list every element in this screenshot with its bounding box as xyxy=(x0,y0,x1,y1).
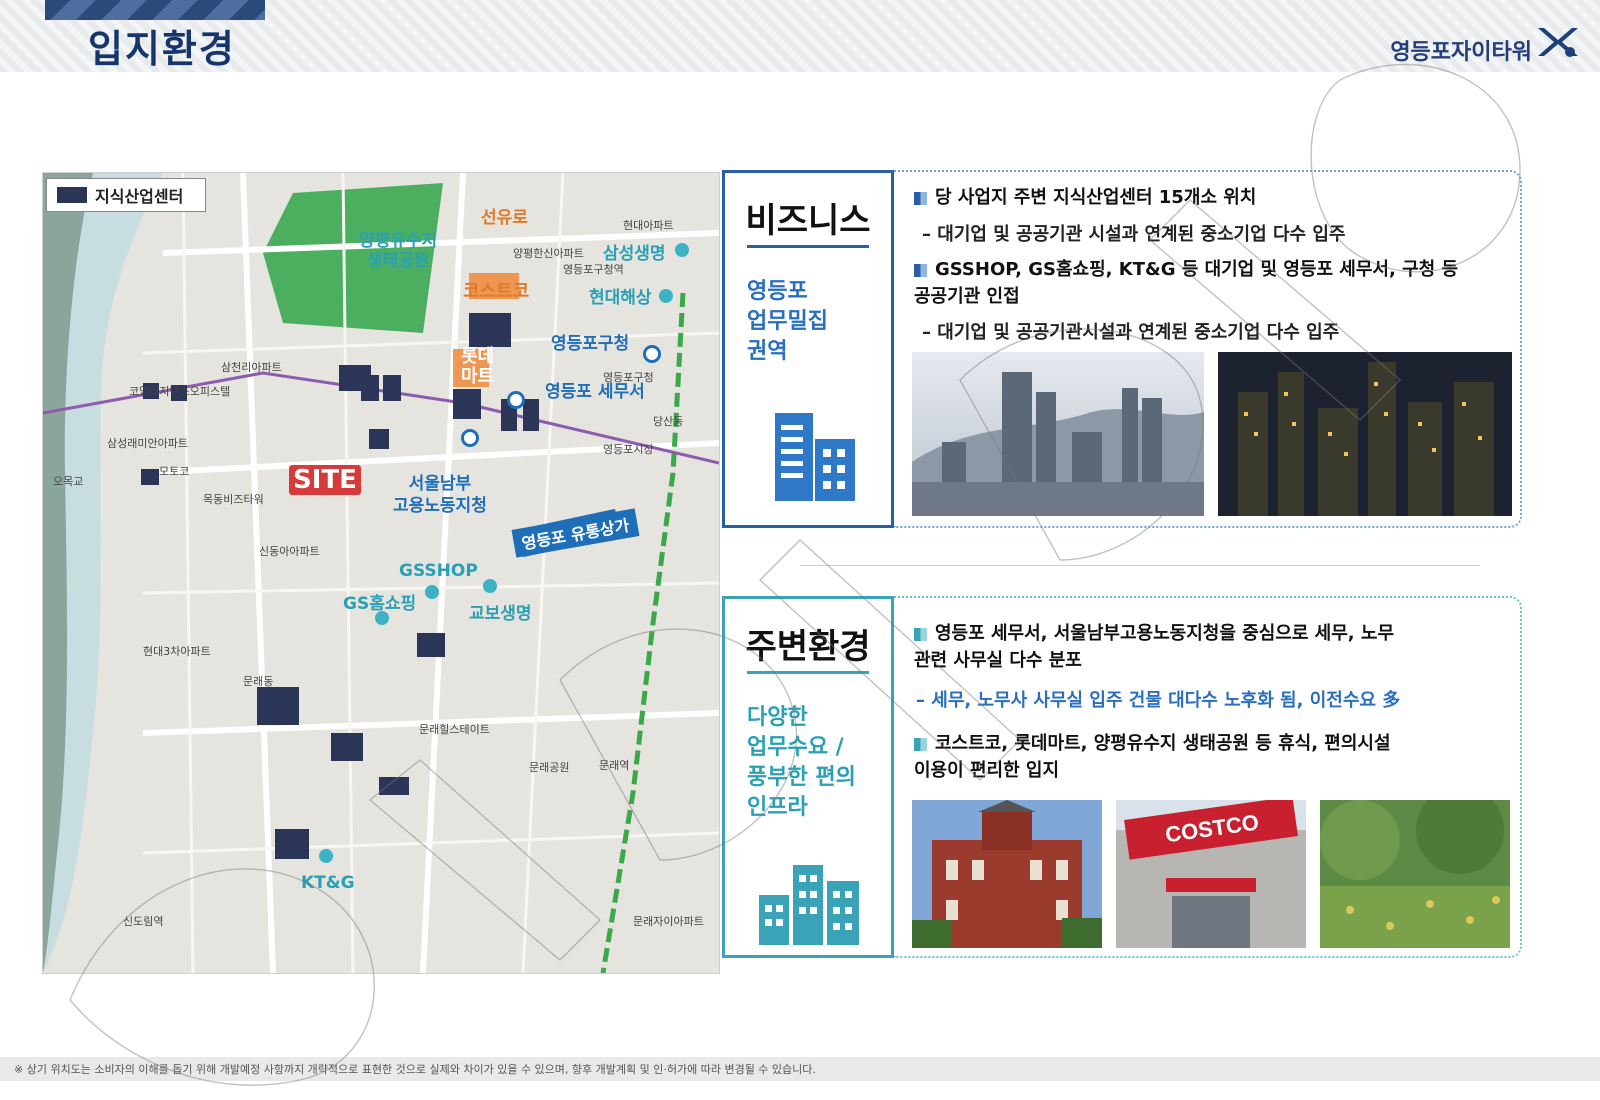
poi-seonyuro: 선유로 xyxy=(481,208,528,228)
map-label: 문래힐스테이트 xyxy=(419,723,490,736)
poi-labor-office: 서울남부 고용노동지청 xyxy=(393,474,487,516)
poi-kyobo-life: 교보생명 xyxy=(469,604,532,624)
map-label: 문래역 xyxy=(599,759,630,772)
map-label: 문래공원 xyxy=(529,761,570,774)
map-label: 당산동 xyxy=(653,415,684,428)
map-label: 코업레지던스오피스텔 xyxy=(129,385,231,398)
poi-marker xyxy=(675,243,689,257)
poi-tax-office: 영등포 세무서 xyxy=(545,382,645,402)
surroundings-bullet: 영등포 세무서, 서울남부고용노동지청을 중심으로 세무, 노무 관련 사무실 … xyxy=(914,623,1395,671)
site-marker: SITE xyxy=(289,465,361,495)
bullet-icon xyxy=(914,191,927,205)
map-label: 신도림역 xyxy=(123,915,164,928)
map-label: 삼천리아파트 xyxy=(221,361,282,374)
divider xyxy=(747,245,869,248)
poi-samsung-life: 삼성생명 xyxy=(603,244,666,264)
surroundings-section: 주변환경 다양한 업무수요 / 풍부한 편의 인프라 영등포 세무서, 서울남부… xyxy=(722,596,1522,958)
surroundings-subtitle: 다양한 업무수요 / 풍부한 편의 인프라 xyxy=(747,705,856,820)
map-label: 모토코 xyxy=(159,465,190,478)
brand-name: 영등포자이타워 xyxy=(1390,40,1532,65)
poi-ring-marker xyxy=(461,429,479,447)
footer-disclaimer: ※ 상기 위치도는 소비자의 이해를 돕기 위해 개발예정 사항까지 개략적으로… xyxy=(14,1063,816,1076)
office-building-icon xyxy=(775,413,855,501)
poi-marker xyxy=(425,585,439,599)
surroundings-subline: – 세무, 노무사 사무실 입주 건물 대다수 노후화 됨, 이전수요 多 xyxy=(916,690,1401,711)
poi-ktg: KT&G xyxy=(301,873,355,893)
map-label: 목동비즈타워 xyxy=(203,493,264,506)
city-buildings-icon xyxy=(759,865,859,945)
page-title: 입지환경 xyxy=(88,27,236,71)
poi-gu-office: 영등포구청 xyxy=(551,334,630,354)
heritage-building-photo xyxy=(912,800,1102,948)
business-subtitle: 영등포 업무밀집 권역 xyxy=(747,279,828,364)
poi-marker xyxy=(483,579,497,593)
header-decoration xyxy=(45,0,265,20)
map-label: 삼성래미안아파트 xyxy=(107,437,188,450)
surroundings-bullet: 코스트코, 롯데마트, 양평유수지 생태공원 등 휴식, 편의시설 이용이 편리… xyxy=(914,733,1391,781)
bullet-icon xyxy=(914,737,927,751)
business-bullet: 당 사업지 주변 지식산업센터 15개소 위치 xyxy=(914,184,1256,211)
poi-ring-marker xyxy=(643,345,661,363)
business-subline: – 대기업 및 공공기관 시설과 연계된 중소기업 다수 입주 xyxy=(922,224,1346,245)
legend-swatch xyxy=(57,187,87,203)
map-label: 양평한신아파트 xyxy=(513,247,584,260)
map-label: 영등포시장 xyxy=(603,443,654,456)
surroundings-card: 주변환경 다양한 업무수요 / 풍부한 편의 인프라 xyxy=(722,596,894,958)
poi-marker xyxy=(319,849,333,863)
city-night-photo xyxy=(1218,352,1512,516)
legend-label: 지식산업센터 xyxy=(95,187,184,206)
bullet-icon xyxy=(914,627,927,641)
map-label: 오목교 xyxy=(53,475,84,488)
divider xyxy=(747,671,869,674)
costco-photo: COSTCO xyxy=(1116,800,1306,948)
poi-gsshop: GSSHOP xyxy=(399,561,478,581)
map-legend: 지식산업센터 xyxy=(46,178,206,212)
city-day-photo xyxy=(912,352,1204,516)
business-subline: – 대기업 및 공공기관시설과 연계된 중소기업 다수 입주 xyxy=(922,322,1340,343)
location-map: 선유로 양평유수지 생태공원 삼성생명 코스트코 현대해상 영등포구청 롯데 마… xyxy=(42,172,720,974)
poi-lotte-mart: 롯데 마트 xyxy=(461,346,495,387)
business-card: 비즈니스 영등포 업무밀집 권역 xyxy=(722,170,894,528)
business-bullet: GSSHOP, GS홈쇼핑, KT&G 등 대기업 및 영등포 세무서, 구청 … xyxy=(914,259,1459,307)
poi-marker xyxy=(375,611,389,625)
business-section: 비즈니스 영등포 업무밀집 권역 당 사업지 주변 지식산업센터 15개소 위치… xyxy=(722,170,1522,528)
footer: ※ 상기 위치도는 소비자의 이해를 돕기 위해 개발예정 사항까지 개략적으로… xyxy=(0,1057,1600,1081)
page-header: 입지환경 영등포자이타워 xyxy=(0,0,1600,72)
map-label: 문래동 xyxy=(243,675,274,688)
business-title: 비즈니스 xyxy=(745,201,871,241)
section-divider xyxy=(800,565,1480,566)
surroundings-content: 영등포 세무서, 서울남부고용노동지청을 중심으로 세무, 노무 관련 사무실 … xyxy=(894,596,1522,958)
bullet-icon xyxy=(914,263,927,277)
xi-logo-icon xyxy=(1538,28,1578,57)
business-content: 당 사업지 주변 지식산업센터 15개소 위치 – 대기업 및 공공기관 시설과… xyxy=(894,170,1522,528)
poi-marker xyxy=(659,289,673,303)
map-label: 현대아파트 xyxy=(623,219,674,232)
poi-yangpyeong-park: 양평유수지 생태공원 xyxy=(359,231,438,271)
surroundings-title: 주변환경 xyxy=(745,627,871,667)
poi-costco: 코스트코 xyxy=(463,281,530,302)
park-photo xyxy=(1320,800,1510,948)
map-label: 신동아아파트 xyxy=(259,545,320,558)
poi-hyundai-haesang: 현대해상 xyxy=(589,288,652,308)
poi-ring-marker xyxy=(507,391,525,409)
map-label: 현대3차아파트 xyxy=(143,645,211,658)
map-label: 문래자이아파트 xyxy=(633,915,704,928)
